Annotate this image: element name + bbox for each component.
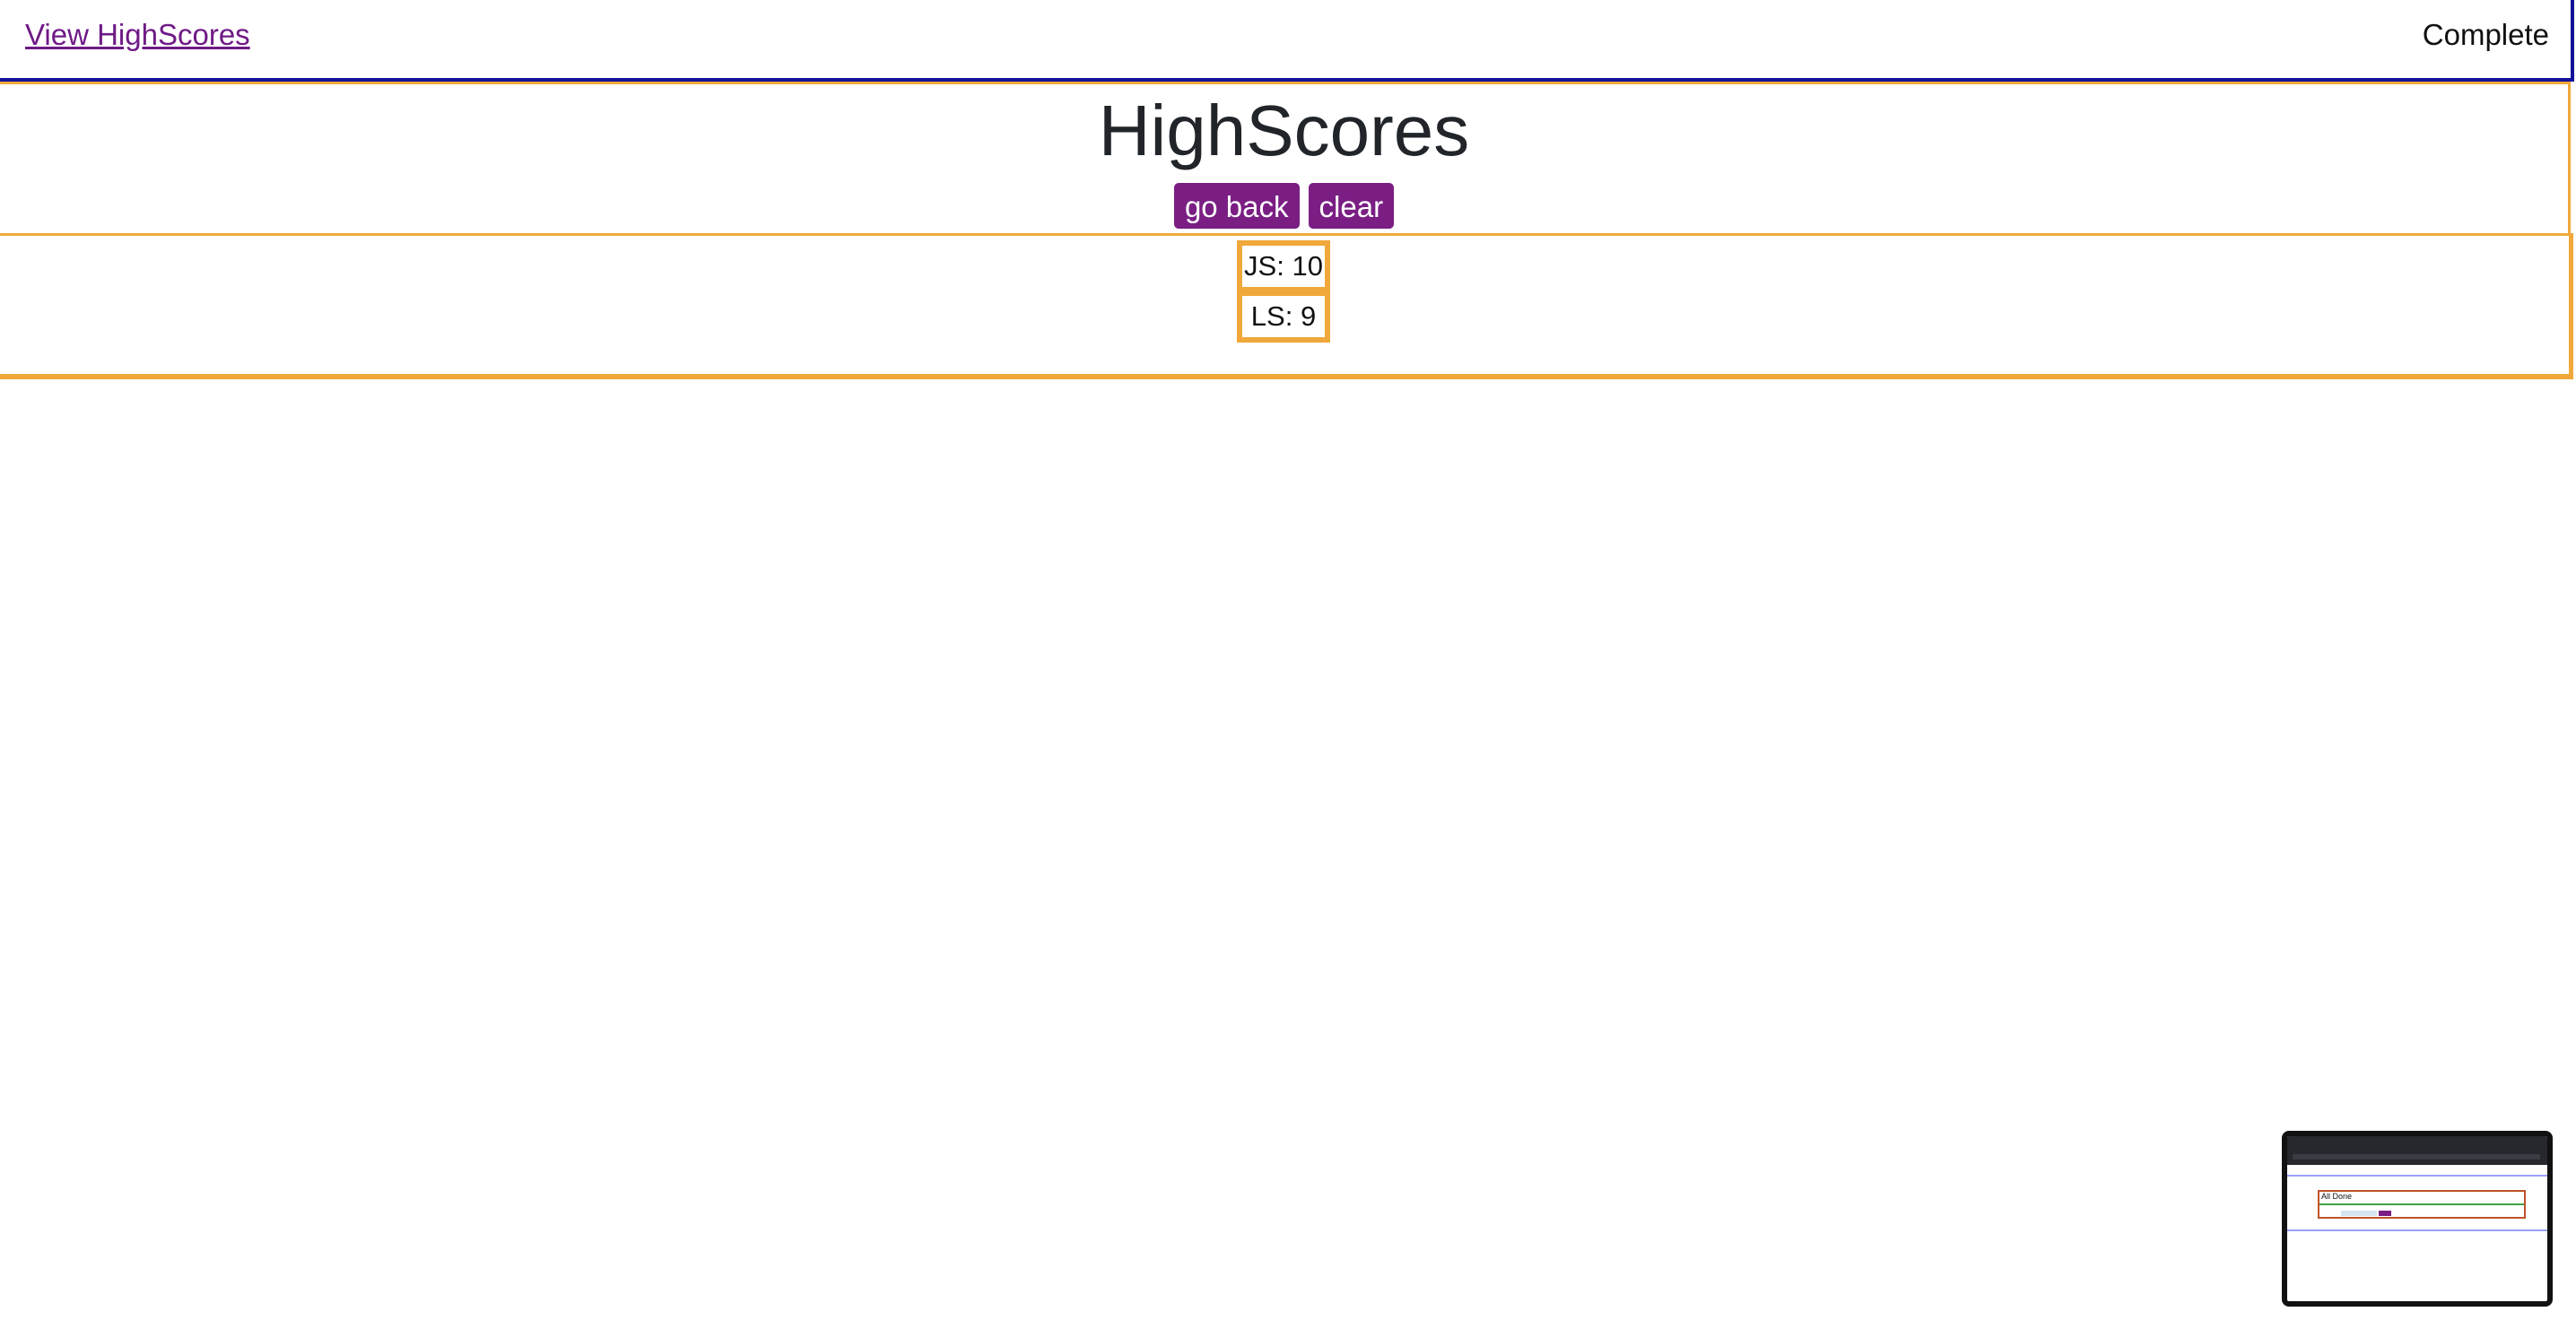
thumbnail-green-line (2319, 1203, 2524, 1205)
timer-status: Complete (2422, 18, 2549, 51)
thumbnail-input (2341, 1211, 2377, 1216)
top-bar: View HighScores Complete (0, 0, 2574, 82)
score-list: JS: 10 LS: 9 (0, 233, 2573, 379)
thumbnail-toolbar (2287, 1136, 2547, 1165)
clear-button[interactable]: clear (1308, 183, 1395, 229)
highscores-header: HighScores go back clear (0, 82, 2571, 234)
score-list-item: LS: 9 (1237, 291, 1330, 343)
thumbnail-title: All Done (2321, 1192, 2353, 1201)
thumbnail-blue-line (2287, 1229, 2547, 1231)
thumbnail-button (2379, 1211, 2391, 1216)
score-list-item: JS: 10 (1237, 240, 1330, 292)
page-title: HighScores (1098, 91, 1470, 170)
thumbnail-divider (2287, 1175, 2547, 1177)
page: View HighScores Complete HighScores go b… (0, 0, 2576, 1329)
go-back-button[interactable]: go back (1173, 183, 1300, 229)
view-highscores-link[interactable]: View HighScores (25, 18, 250, 52)
button-row: go back clear (0, 183, 2568, 229)
screenshot-thumbnail[interactable]: All Done (2282, 1131, 2553, 1307)
